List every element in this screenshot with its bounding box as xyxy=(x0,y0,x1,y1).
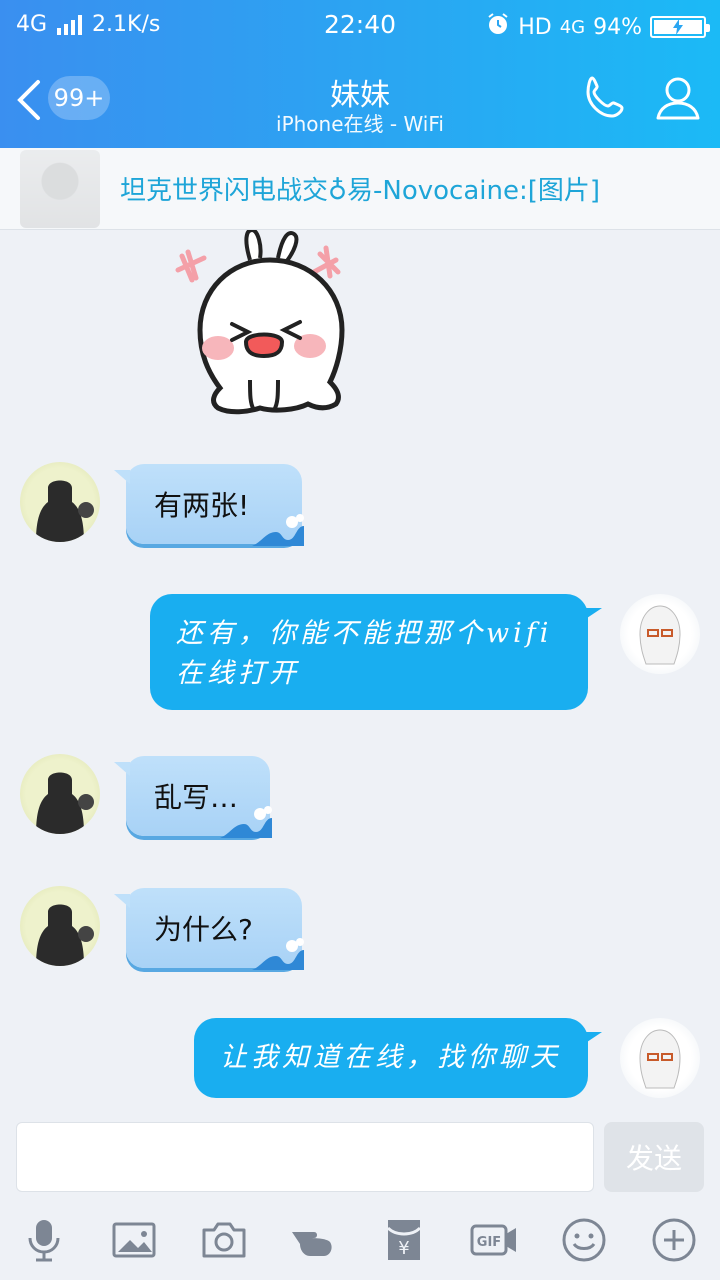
wave-decoration-icon xyxy=(220,806,272,838)
gif-icon[interactable]: GIF xyxy=(468,1214,520,1266)
message-bubble-incoming[interactable]: 乱写… xyxy=(114,756,272,838)
battery-percent: 94% xyxy=(593,14,642,40)
message-bubble-outgoing[interactable]: 还有，你能不能把那个wifi在线打开 xyxy=(150,594,602,710)
message-bubble-incoming[interactable]: 为什么? xyxy=(114,888,304,970)
message-text: 还有，你能不能把那个wifi在线打开 xyxy=(176,618,553,689)
phone-icon[interactable] xyxy=(580,72,632,124)
message-text: 让我知道在线，找你聊天 xyxy=(220,1042,561,1073)
friend-avatar[interactable] xyxy=(20,754,100,834)
wave-decoration-icon xyxy=(252,938,304,970)
camera-icon[interactable] xyxy=(198,1214,250,1266)
microphone-icon[interactable] xyxy=(18,1214,70,1266)
image-icon[interactable] xyxy=(108,1214,160,1266)
message-bubble-outgoing[interactable]: 让我知道在线，找你聊天 xyxy=(194,1018,602,1098)
wave-decoration-icon xyxy=(252,514,304,546)
my-avatar[interactable] xyxy=(620,1018,700,1098)
notice-text: 坦克世界闪电战交♁易-Novocaine:[图片] xyxy=(119,176,601,206)
friend-avatar[interactable] xyxy=(20,462,100,542)
bunny-sticker[interactable] xyxy=(160,230,370,430)
friend-avatar[interactable] xyxy=(20,886,100,966)
chat-toolbar: ¥ GIF xyxy=(0,1200,720,1280)
red-packet-icon[interactable]: ¥ xyxy=(378,1214,430,1266)
svg-text:GIF: GIF xyxy=(477,1235,501,1250)
battery-icon xyxy=(650,16,710,38)
send-button[interactable]: 发送 xyxy=(604,1122,704,1192)
network-type-right: 4G xyxy=(559,16,586,38)
plus-icon[interactable] xyxy=(648,1214,700,1266)
emoji-icon[interactable] xyxy=(558,1214,610,1266)
message-bubble-incoming[interactable]: 有两张! xyxy=(114,464,304,546)
group-notice-bar[interactable]: 坦克世界闪电战交♁易-Novocaine:[图片] xyxy=(0,148,720,230)
message-input[interactable] xyxy=(16,1122,594,1192)
my-avatar[interactable] xyxy=(620,594,700,674)
message-text: 有两张! xyxy=(154,489,250,522)
input-bar: 发送 xyxy=(0,1108,720,1200)
alarm-icon xyxy=(486,12,510,42)
chat-area[interactable]: 有两张! 还有，你能不能把那个wifi在线打开 乱写… 为什么? 让我知道在线，… xyxy=(0,230,720,1108)
nav-bar: 99+ 妹妹 iPhone在线 - WiFi xyxy=(0,48,720,148)
poke-icon[interactable] xyxy=(288,1214,340,1266)
message-text: 为什么? xyxy=(154,913,253,946)
top-bar: 4G 2.1K/s 22:40 HD 4G 94% 99+ 妹妹 iPhone在… xyxy=(0,0,720,148)
status-bar: 4G 2.1K/s 22:40 HD 4G 94% xyxy=(0,0,720,48)
hd-label: HD xyxy=(518,14,552,40)
svg-text:¥: ¥ xyxy=(398,1238,409,1259)
profile-icon[interactable] xyxy=(652,72,704,124)
